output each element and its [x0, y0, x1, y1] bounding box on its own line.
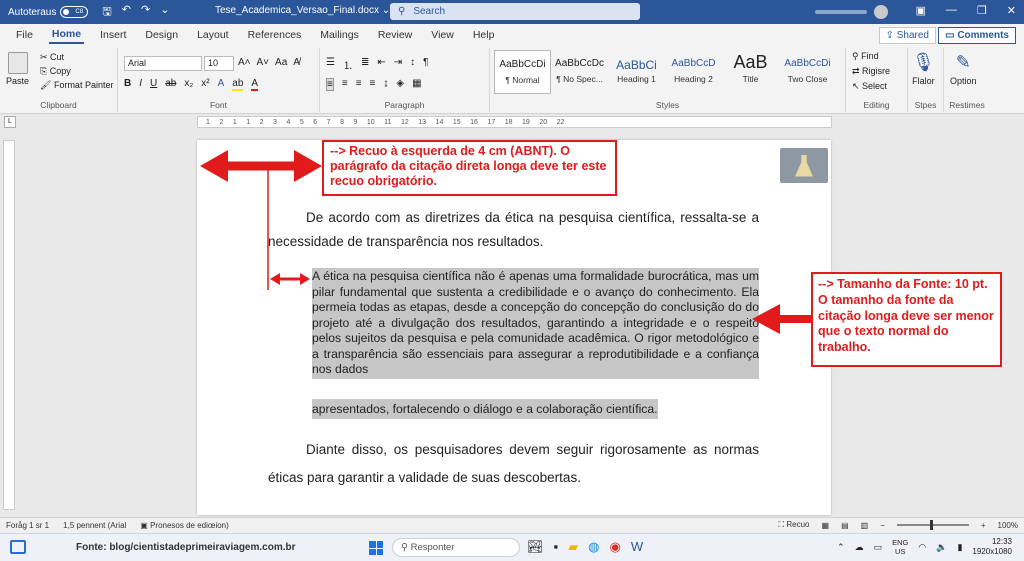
- battery-icon[interactable]: ▭: [874, 542, 883, 553]
- font-size-arrow: [752, 304, 811, 334]
- file-explorer-icon[interactable]: ▰: [568, 539, 578, 555]
- lang-region: US: [895, 547, 906, 556]
- page-count[interactable]: Foråg 1 sr 1: [6, 521, 49, 530]
- word-app-icon[interactable]: W: [631, 539, 643, 555]
- indent-arrow-big: [200, 150, 322, 182]
- battery-status-icon[interactable]: ▮: [957, 542, 962, 553]
- photos-app-icon[interactable]: 🏞: [527, 539, 544, 555]
- indent-arrow-small: [270, 273, 310, 285]
- zoom-out-icon[interactable]: −: [880, 521, 885, 530]
- start-icon[interactable]: [369, 541, 383, 555]
- focus-label: Recuo: [786, 520, 810, 529]
- status-bar: Foråg 1 sr 1 1,5 pennent (Arial ▣ Prones…: [0, 517, 1024, 533]
- word-count[interactable]: 1,5 pennent (Arial: [63, 521, 126, 530]
- wifi-icon[interactable]: ◠: [918, 542, 926, 553]
- taskbar-search-placeholder: Responter: [410, 542, 455, 553]
- edge-icon[interactable]: ◍: [588, 539, 599, 555]
- proofing-label: Pronesos de ediœion): [150, 521, 229, 530]
- chrome-icon[interactable]: ◉: [609, 539, 620, 555]
- clock[interactable]: 12:33 1920x1080: [972, 537, 1012, 557]
- clock-time: 12:33: [991, 537, 1012, 546]
- search-icon: ⚲: [401, 542, 411, 553]
- source-caption: Fonte: blog/cientistadeprimeiraviagem.co…: [76, 542, 296, 553]
- taskbar-search-input[interactable]: ⚲ Responter: [392, 538, 520, 557]
- web-layout-icon[interactable]: ▥: [861, 521, 869, 530]
- read-mode-icon[interactable]: ▦: [822, 521, 830, 530]
- print-layout-icon[interactable]: ▤: [841, 521, 849, 530]
- volume-icon[interactable]: 🔈: [936, 542, 947, 553]
- cloud-icon[interactable]: ☁: [855, 542, 864, 553]
- language-indicator[interactable]: ENG US: [892, 538, 908, 556]
- task-view-icon[interactable]: ▪: [554, 539, 559, 555]
- zoom-in-icon[interactable]: +: [981, 521, 986, 530]
- taskbar: Fonte: blog/cientistadeprimeiraviagem.co…: [0, 533, 1024, 561]
- focus-button[interactable]: ⛶ Recuo: [779, 520, 810, 530]
- lang-code: ENG: [892, 538, 909, 547]
- font-size-annotation: --> Tamanho da Fonte: 10 pt. O tamanho d…: [811, 272, 1002, 367]
- zoom-level[interactable]: 100%: [998, 521, 1018, 530]
- tray-overflow-icon[interactable]: ⌃: [837, 542, 845, 553]
- clock-date: 1920x1080: [972, 547, 1012, 556]
- zoom-slider[interactable]: [896, 520, 969, 530]
- indent-annotation: --> Recuo à esquerda de 4 cm (ABNT). O p…: [322, 140, 617, 196]
- proofing-icon: ▣: [140, 521, 151, 530]
- proofing-status[interactable]: ▣ Pronesos de ediœion): [140, 521, 229, 530]
- widgets-icon[interactable]: [10, 540, 26, 554]
